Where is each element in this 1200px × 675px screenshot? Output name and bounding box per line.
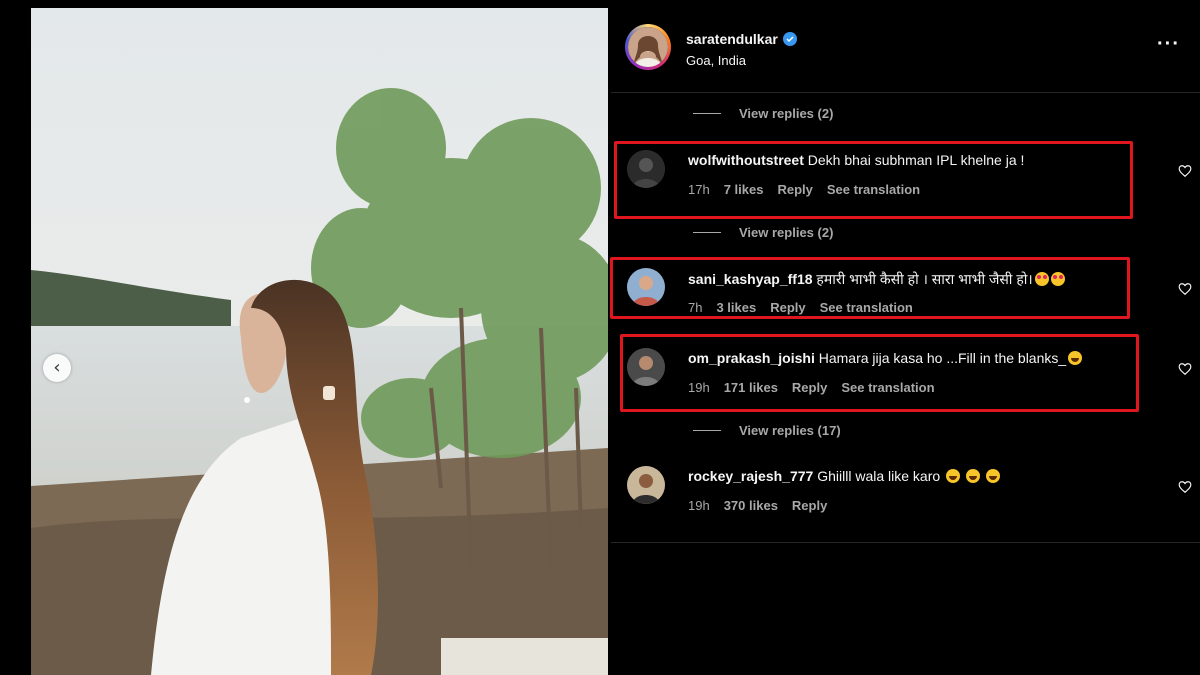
comment-likes[interactable]: 370 likes bbox=[724, 498, 778, 513]
highlight-box bbox=[610, 257, 1130, 319]
commenter-username[interactable]: rockey_rajesh_777 bbox=[688, 468, 813, 484]
commenter-avatar[interactable] bbox=[627, 466, 665, 504]
post-location[interactable]: Goa, India bbox=[686, 53, 746, 68]
chevron-left-icon: ‹ bbox=[53, 357, 61, 378]
more-options-button[interactable]: ··· bbox=[1157, 33, 1180, 56]
view-replies-button[interactable]: View replies (2) bbox=[693, 106, 833, 121]
post-photo bbox=[31, 8, 608, 675]
comment-text: rockey_rajesh_777 Ghiilll wala like karo bbox=[688, 468, 1158, 484]
highlight-box bbox=[614, 141, 1133, 219]
view-replies-button[interactable]: View replies (17) bbox=[693, 423, 841, 438]
laughing-emoji-icon bbox=[965, 469, 980, 483]
like-heart-icon[interactable] bbox=[1178, 480, 1192, 494]
laughing-emoji-icon bbox=[985, 469, 1000, 483]
more-horizontal-icon: ··· bbox=[1157, 33, 1180, 55]
like-heart-icon[interactable] bbox=[1178, 362, 1192, 376]
view-replies-button[interactable]: View replies (2) bbox=[693, 225, 833, 240]
view-replies-label: View replies (17) bbox=[739, 423, 841, 438]
reply-divider-line bbox=[693, 113, 721, 114]
comment-content: Ghiilll wala like karo bbox=[817, 468, 941, 484]
like-heart-icon[interactable] bbox=[1178, 164, 1192, 178]
author-avatar[interactable] bbox=[625, 24, 671, 70]
comment-meta: 19h 370 likes Reply bbox=[688, 498, 827, 513]
view-replies-label: View replies (2) bbox=[739, 106, 834, 121]
author-avatar-image bbox=[628, 27, 668, 67]
view-replies-label: View replies (2) bbox=[739, 225, 834, 240]
author-username[interactable]: saratendulkar bbox=[686, 31, 797, 47]
reply-divider-line bbox=[693, 430, 721, 431]
like-heart-icon[interactable] bbox=[1178, 282, 1192, 296]
author-username-text: saratendulkar bbox=[686, 31, 778, 47]
highlight-box bbox=[620, 334, 1139, 412]
post-header: saratendulkar Goa, India ··· bbox=[611, 0, 1200, 93]
carousel-prev-button[interactable]: ‹ bbox=[43, 354, 71, 382]
reply-button[interactable]: Reply bbox=[792, 498, 827, 513]
reply-divider-line bbox=[693, 232, 721, 233]
photo-illustration bbox=[31, 8, 608, 675]
verified-badge-icon bbox=[782, 32, 797, 46]
comment-time[interactable]: 19h bbox=[688, 498, 710, 513]
laughing-emoji-icon bbox=[946, 469, 961, 483]
